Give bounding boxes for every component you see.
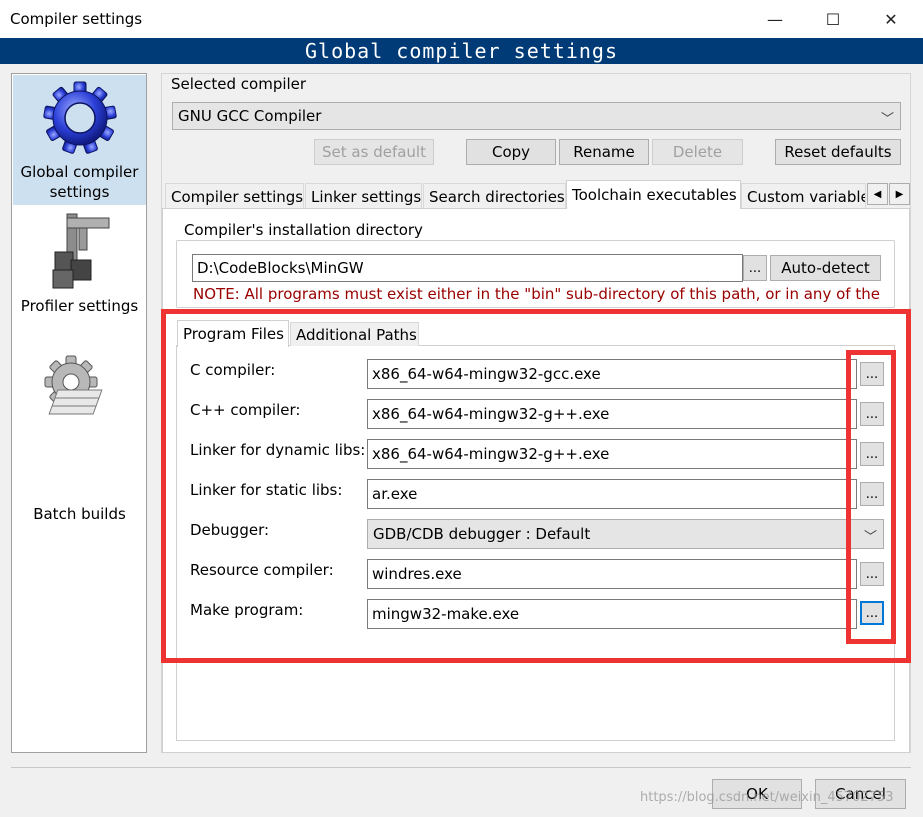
delete-button[interactable]: Delete xyxy=(652,139,743,165)
rename-button[interactable]: Rename xyxy=(559,139,649,165)
nav-item-batch-builds[interactable]: Batch builds xyxy=(13,354,146,523)
chevron-down-icon: ﹀ xyxy=(880,112,894,127)
footer-divider xyxy=(11,767,911,768)
reset-defaults-button[interactable]: Reset defaults xyxy=(775,139,901,165)
window-title: Compiler settings xyxy=(10,10,143,28)
tab-search-directories[interactable]: Search directories xyxy=(423,183,566,209)
tab-linker-settings[interactable]: Linker settings xyxy=(305,183,422,209)
nav-label: Profiler settings xyxy=(20,297,139,315)
minimize-button[interactable]: — xyxy=(746,0,804,38)
maximize-button[interactable]: ☐ xyxy=(804,0,862,38)
nav-label: Batch builds xyxy=(33,505,126,523)
gear-icon xyxy=(43,81,117,154)
install-dir-input[interactable]: D:\CodeBlocks\MinGW xyxy=(192,254,743,282)
set-as-default-button[interactable]: Set as default xyxy=(314,139,434,165)
nav-item-global-compiler[interactable]: Global compiler settings xyxy=(13,75,146,205)
install-dir-note: NOTE: All programs must exist either in … xyxy=(193,285,880,303)
tab-compiler-settings[interactable]: Compiler settings xyxy=(165,183,304,209)
batch-gear-icon xyxy=(44,355,103,415)
compiler-select-value: GNU GCC Compiler xyxy=(178,107,322,125)
close-button[interactable]: ✕ xyxy=(862,0,920,38)
nav-label-line1: Global compiler xyxy=(20,163,139,181)
compiler-select[interactable]: GNU GCC Compiler ﹀ xyxy=(172,102,901,130)
title-bar: Compiler settings — ☐ ✕ xyxy=(0,0,923,38)
settings-nav: Global compiler settings Profiler settin… xyxy=(11,73,147,753)
page-banner: Global compiler settings xyxy=(0,38,923,64)
watermark: https://blog.csdn.net/weixin_45702753 xyxy=(640,790,894,805)
tab-scroll-right-icon[interactable]: ▶ xyxy=(889,183,910,205)
nav-label-line2: settings xyxy=(49,183,110,201)
nav-item-profiler[interactable]: Profiler settings xyxy=(13,212,146,320)
install-dir-label: Compiler's installation directory xyxy=(181,221,426,239)
copy-button[interactable]: Copy xyxy=(466,139,556,165)
tab-custom-variables[interactable]: Custom variable xyxy=(741,183,866,209)
caliper-icon xyxy=(52,213,110,289)
tab-scroll-left-icon[interactable]: ◀ xyxy=(867,183,888,205)
install-dir-browse-button[interactable]: ... xyxy=(743,255,767,281)
auto-detect-button[interactable]: Auto-detect xyxy=(770,255,881,281)
highlight-box-browse-buttons xyxy=(846,350,896,644)
selected-compiler-label: Selected compiler xyxy=(171,75,307,93)
subtab-program-files[interactable]: Program Files xyxy=(177,320,289,347)
highlight-box-program-files xyxy=(161,309,911,663)
tab-toolchain-executables[interactable]: Toolchain executables xyxy=(566,180,741,209)
